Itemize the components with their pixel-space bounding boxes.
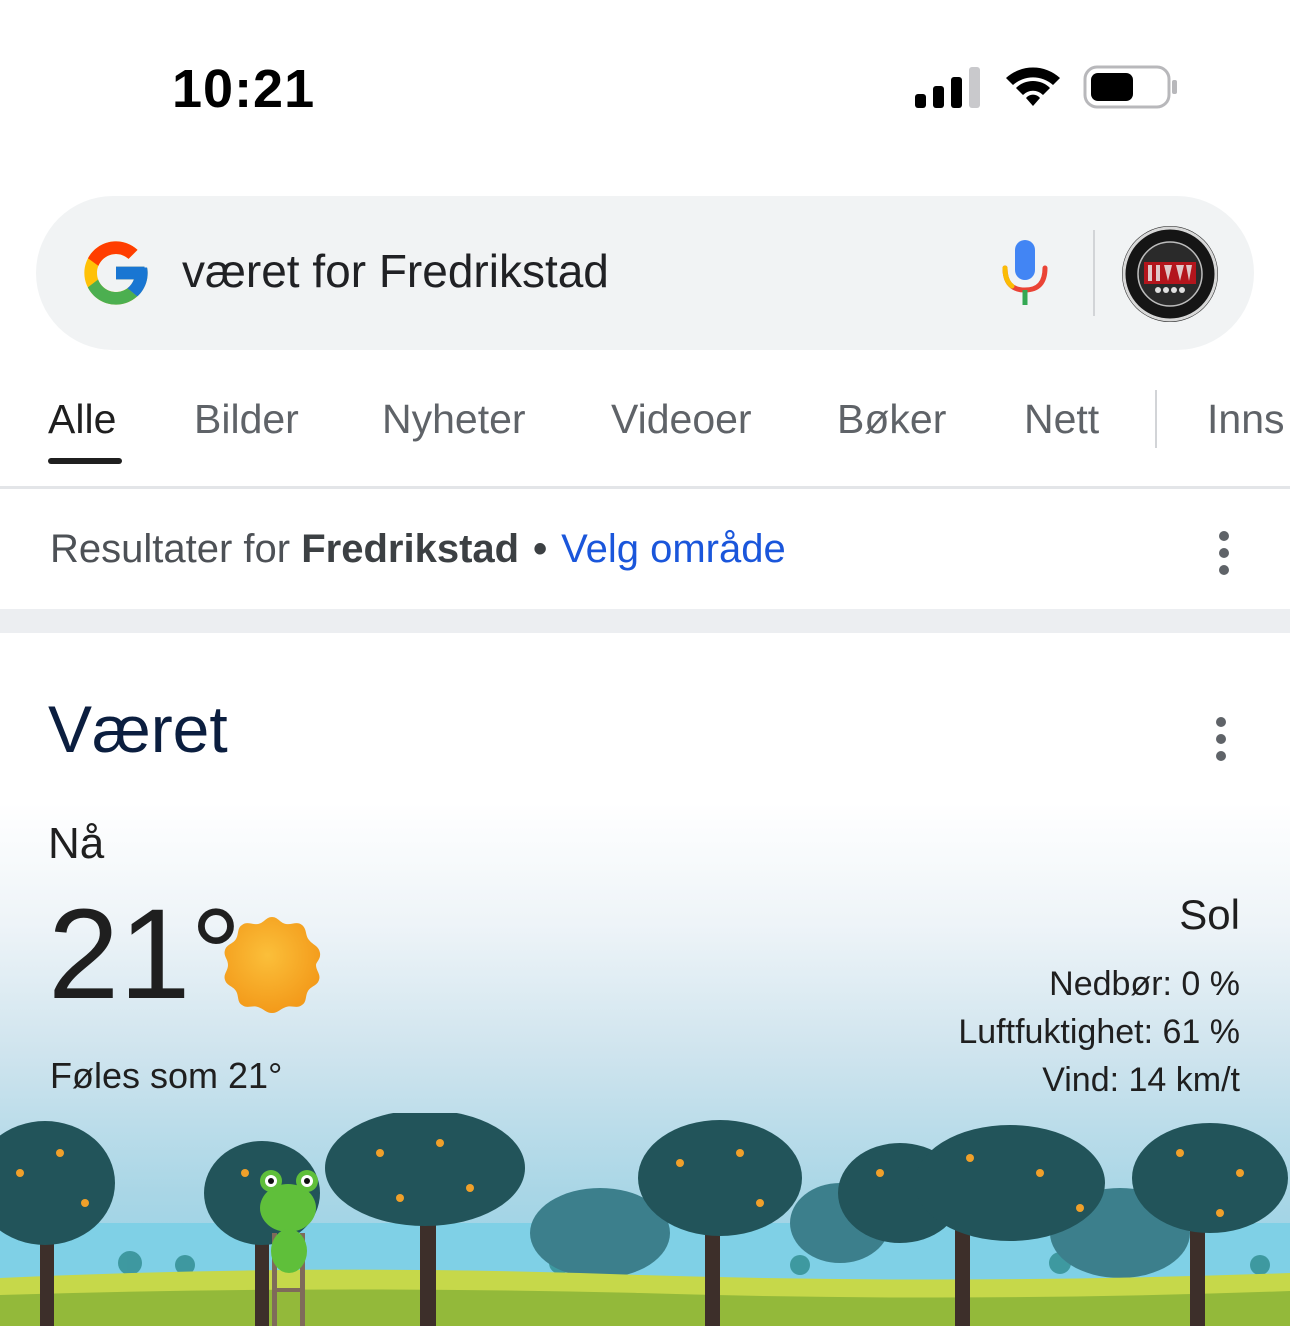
results-location: Fredrikstad — [301, 527, 520, 571]
tab-nett[interactable]: Nett — [1024, 396, 1099, 443]
wifi-icon — [1006, 67, 1060, 106]
results-more-options-icon[interactable] — [1218, 531, 1230, 575]
google-logo-icon — [84, 241, 148, 305]
precipitation: Nedbør: 0 % — [1049, 965, 1240, 1003]
weather-condition: Sol — [1179, 891, 1240, 938]
orchard-illustration — [0, 1113, 1290, 1326]
weather-card: Været Nå 21° Føles som 21° Sol Nedbør: 0… — [0, 633, 1290, 1326]
results-location-row: Resultater for Fredrikstad • Velg område — [0, 489, 1290, 609]
cellular-signal-icon — [915, 67, 980, 108]
choose-area-link[interactable]: Velg område — [561, 527, 786, 571]
search-tabs: Alle Bilder Nyheter Videoer Bøker Nett I… — [0, 370, 1290, 488]
results-prefix: Resultater for — [50, 527, 291, 571]
now-label: Nå — [48, 819, 105, 868]
search-bar[interactable]: været for Fredrikstad — [36, 196, 1254, 350]
tab-boker[interactable]: Bøker — [837, 396, 946, 443]
battery-icon — [1083, 65, 1177, 109]
results-location-text: Resultater for Fredrikstad • Velg område — [50, 527, 786, 572]
results-separator: • — [533, 527, 548, 571]
sun-icon — [224, 917, 321, 1013]
humidity: Luftfuktighet: 61 % — [958, 1013, 1240, 1051]
tab-bilder[interactable]: Bilder — [194, 396, 299, 443]
wind: Vind: 14 km/t — [1042, 1061, 1240, 1099]
microphone-icon[interactable] — [998, 238, 1052, 308]
search-input[interactable]: været for Fredrikstad — [182, 244, 609, 298]
section-divider — [0, 609, 1290, 633]
account-avatar[interactable] — [1122, 226, 1218, 322]
status-bar: 10:21 — [0, 0, 1290, 170]
weather-title: Været — [48, 692, 228, 766]
kiss-logo-icon — [1122, 226, 1218, 322]
tab-videoer[interactable]: Videoer — [611, 396, 752, 443]
tab-alle[interactable]: Alle — [48, 396, 116, 443]
tab-innstillinger[interactable]: Inns — [1207, 396, 1285, 443]
search-divider — [1093, 230, 1095, 316]
weather-more-options-icon[interactable] — [1215, 717, 1227, 761]
tabs-separator — [1155, 390, 1157, 448]
tab-nyheter[interactable]: Nyheter — [382, 396, 526, 443]
feels-like: Føles som 21° — [50, 1055, 283, 1096]
status-time: 10:21 — [172, 59, 316, 119]
current-temperature: 21° — [48, 883, 242, 1026]
active-tab-indicator — [48, 458, 122, 464]
